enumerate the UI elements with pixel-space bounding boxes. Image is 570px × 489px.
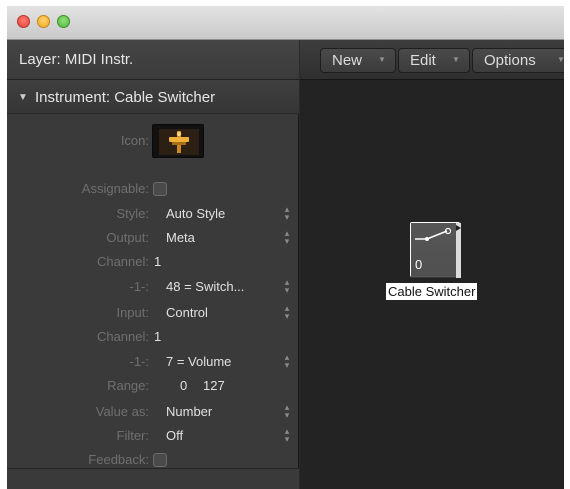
instrument-icon-well[interactable] [152, 124, 204, 158]
output-cc-row[interactable]: -1-: 48 = Switch... ▴ ▾ [7, 275, 299, 299]
style-label: Style: [116, 206, 149, 221]
up-down-stepper-icon[interactable]: ▴ ▾ [283, 403, 291, 420]
cable-switcher-icon [159, 129, 199, 155]
filter-row[interactable]: Filter: Off ▴ ▾ [7, 424, 299, 448]
assignable-row: Assignable: [7, 177, 299, 201]
value-as-label: Value as: [95, 404, 149, 419]
zoom-window-button[interactable] [57, 15, 70, 28]
close-window-button[interactable] [17, 15, 30, 28]
output-label: Output: [106, 230, 149, 245]
instrument-section-header[interactable]: ▼ Instrument: Cable Switcher [7, 80, 299, 114]
range-max-value[interactable]: 127 [203, 378, 225, 393]
assignable-checkbox[interactable] [153, 182, 167, 196]
cable-switcher-object[interactable]: 0 [410, 222, 461, 278]
input-label: Input: [116, 305, 149, 320]
object-value: 0 [415, 257, 423, 272]
up-down-stepper-icon[interactable]: ▴ ▾ [283, 229, 291, 246]
input-channel-row: Channel: 1 [7, 325, 299, 349]
input-value[interactable]: Control [166, 305, 208, 320]
dropdown-caret-icon: ▼ [557, 55, 564, 64]
output-row[interactable]: Output: Meta ▴ ▾ [7, 226, 299, 250]
layer-selector[interactable]: Layer: MIDI Instr. [7, 40, 299, 80]
up-down-stepper-icon[interactable]: ▴ ▾ [283, 304, 291, 321]
input-cc-row[interactable]: -1-: 7 = Volume ▴ ▾ [7, 350, 299, 374]
range-label: Range: [107, 378, 149, 393]
output-channel-label: Channel: [96, 254, 149, 269]
style-row[interactable]: Style: Auto Style ▴ ▾ [7, 202, 299, 226]
inspector-footer [7, 468, 299, 489]
environment-window: Layer: MIDI Instr. ▼ Instrument: Cable S… [7, 6, 564, 489]
assignable-label: Assignable: [81, 181, 149, 196]
input-cc-value[interactable]: 7 = Volume [166, 354, 231, 369]
output-value[interactable]: Meta [166, 230, 195, 245]
input-channel-label: Channel: [96, 329, 149, 344]
range-min-value[interactable]: 0 [180, 378, 187, 393]
value-as-row[interactable]: Value as: Number ▴ ▾ [7, 400, 299, 424]
object-name-label[interactable]: Cable Switcher [386, 283, 478, 300]
environment-toolbar: New ▼ Edit ▼ Options ▼ [300, 40, 564, 80]
style-value[interactable]: Auto Style [166, 206, 225, 221]
range-row: Range: 0 127 [7, 374, 299, 398]
minimize-window-button[interactable] [37, 15, 50, 28]
output-cc-value[interactable]: 48 = Switch... [166, 279, 244, 294]
inspector-panel: Layer: MIDI Instr. ▼ Instrument: Cable S… [7, 40, 299, 489]
environment-area: New ▼ Edit ▼ Options ▼ 0 Cable Switcher [300, 40, 564, 489]
up-down-stepper-icon[interactable]: ▴ ▾ [283, 278, 291, 295]
options-menu-label: Options [484, 52, 536, 69]
environment-canvas[interactable]: 0 Cable Switcher [300, 80, 564, 489]
edit-menu-label: Edit [410, 52, 436, 69]
input-channel-value[interactable]: 1 [154, 329, 161, 344]
input-row[interactable]: Input: Control ▴ ▾ [7, 301, 299, 325]
input-cc-label: -1-: [129, 354, 150, 369]
feedback-label: Feedback: [88, 452, 149, 467]
icon-label: Icon: [120, 133, 149, 148]
new-menu-label: New [332, 52, 363, 69]
title-bar[interactable] [7, 6, 564, 40]
new-menu-button[interactable]: New ▼ [320, 48, 396, 73]
layer-title: Layer: MIDI Instr. [19, 51, 134, 68]
edit-menu-button[interactable]: Edit ▼ [398, 48, 470, 73]
feedback-checkbox[interactable] [153, 453, 167, 467]
dropdown-caret-icon: ▼ [378, 55, 386, 64]
up-down-stepper-icon[interactable]: ▴ ▾ [283, 353, 291, 370]
options-menu-button[interactable]: Options ▼ [472, 48, 564, 73]
up-down-stepper-icon[interactable]: ▴ ▾ [283, 427, 291, 444]
instrument-section-title: Instrument: Cable Switcher [35, 89, 216, 106]
filter-value[interactable]: Off [166, 428, 183, 443]
output-cc-label: -1-: [129, 279, 150, 294]
up-down-stepper-icon[interactable]: ▴ ▾ [283, 205, 291, 222]
dropdown-caret-icon: ▼ [452, 55, 460, 64]
disclosure-triangle-down-icon[interactable]: ▼ [18, 92, 28, 103]
output-channel-value[interactable]: 1 [154, 254, 161, 269]
output-channel-row: Channel: 1 [7, 250, 299, 274]
value-as-value[interactable]: Number [166, 404, 212, 419]
filter-label: Filter: [116, 428, 150, 443]
